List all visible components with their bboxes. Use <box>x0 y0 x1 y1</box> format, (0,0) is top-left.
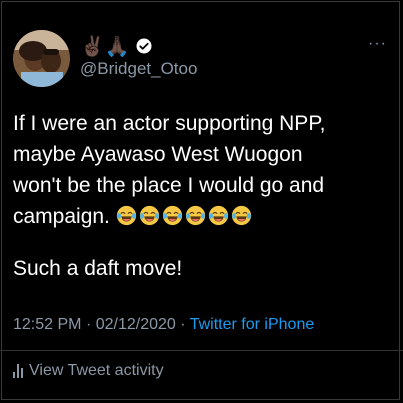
tweet-time[interactable]: 12:52 PM <box>13 316 81 333</box>
face-with-tears-of-joy-icon <box>162 205 183 226</box>
tweet-line: If I were an actor supporting NPP, <box>13 112 326 135</box>
activity-label: View Tweet activity <box>29 362 164 379</box>
face-with-tears-of-joy-icon <box>116 205 137 226</box>
avatar[interactable] <box>13 30 70 87</box>
more-options-icon[interactable]: ··· <box>368 35 387 53</box>
divider <box>0 350 403 351</box>
activity-chart-icon <box>13 364 23 378</box>
face-with-tears-of-joy-icon <box>139 205 160 226</box>
tweet-source-link[interactable]: Twitter for iPhone <box>190 316 315 333</box>
tweet-line: maybe Ayawaso West Wuogon <box>13 143 303 166</box>
name-emojis: ✌🏿🙏🏿 <box>80 35 130 58</box>
tweet-line-with-emoji: campaign. <box>13 201 391 232</box>
user-handle[interactable]: @Bridget_Otoo <box>80 59 197 79</box>
tweet-meta: 12:52 PM · 02/12/2020 · Twitter for iPho… <box>13 316 314 334</box>
tweet-line: campaign. <box>13 205 110 228</box>
view-tweet-activity-link[interactable]: View Tweet activity <box>13 362 164 380</box>
face-with-tears-of-joy-icon <box>208 205 229 226</box>
laugh-emojis <box>116 205 252 226</box>
tweet-line: Such a daft move! <box>13 257 183 280</box>
verified-badge-icon <box>136 38 152 54</box>
tweet-line: won't be the place I would go and <box>13 174 325 197</box>
tweet-date[interactable]: 02/12/2020 <box>96 316 176 333</box>
face-with-tears-of-joy-icon <box>185 205 206 226</box>
tweet-text: If I were an actor supporting NPP, maybe… <box>13 108 391 284</box>
display-name[interactable]: ✌🏿🙏🏿 <box>80 34 153 58</box>
face-with-tears-of-joy-icon <box>231 205 252 226</box>
meta-separator: · <box>180 316 186 333</box>
meta-separator: · <box>85 316 92 333</box>
